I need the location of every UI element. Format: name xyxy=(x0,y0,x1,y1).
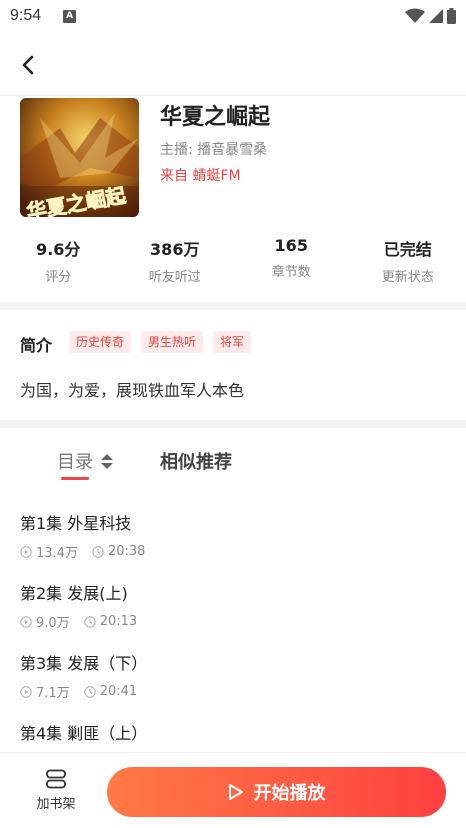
tab-catalog-label: 目录 xyxy=(57,452,93,473)
episode-meta: 9.0万 20:13 xyxy=(20,612,466,631)
episode-meta: 13.4万 20:38 xyxy=(20,542,466,561)
notification-icon: A xyxy=(63,9,77,23)
tab-catalog[interactable]: 目录 xyxy=(57,448,113,474)
section-divider xyxy=(0,302,466,310)
signal-icon xyxy=(429,9,443,23)
chevron-left-icon xyxy=(22,55,34,75)
play-icon xyxy=(228,784,243,800)
play-count: 9.0万 xyxy=(20,612,70,631)
battery-icon xyxy=(447,8,456,24)
stat-label: 评分 xyxy=(45,270,72,285)
wifi-icon xyxy=(405,8,425,23)
stat-label: 听友听过 xyxy=(148,270,201,285)
tab-active-indicator xyxy=(61,477,89,480)
back-button[interactable] xyxy=(12,49,44,81)
book-header: 华夏之崛起 华夏之崛起 主播: 播音暴雪桑 来自 蜻蜓FM xyxy=(0,96,466,220)
nav-bar xyxy=(0,32,466,96)
cover-artwork: 华夏之崛起 xyxy=(20,98,139,217)
stat-value: 9.6分 xyxy=(36,240,81,259)
clock-icon xyxy=(92,545,104,558)
episode-item[interactable]: 第2集 发展(上) 9.0万 20:13 xyxy=(0,568,466,638)
play-count-value: 9.0万 xyxy=(36,616,70,631)
sort-icon[interactable] xyxy=(101,453,113,469)
status-indicators xyxy=(405,8,456,24)
source-link[interactable]: 来自 蜻蜓FM xyxy=(160,165,241,185)
tab-similar[interactable]: 相似推荐 xyxy=(160,448,232,474)
play-circle-icon xyxy=(20,685,32,698)
tag-list: 历史传奇 男生热听 将军 xyxy=(69,331,252,353)
play-circle-icon xyxy=(20,615,32,628)
episode-item[interactable]: 第1集 外星科技 13.4万 20:38 xyxy=(0,498,466,568)
book-title: 华夏之崛起 xyxy=(160,105,271,130)
stats-row: 9.6分 评分 386万 听友听过 165 章节数 已完结 更新状态 xyxy=(0,236,466,288)
episode-title: 第4集 剿匪（上） xyxy=(20,724,148,743)
episode-list: 第1集 外星科技 13.4万 20:38 第2集 发展(上) 9.0万 20:1… xyxy=(0,498,466,752)
book-cover[interactable]: 华夏之崛起 xyxy=(20,98,139,217)
clock-icon xyxy=(83,615,96,628)
episode-title: 第3集 发展（下） xyxy=(20,654,148,673)
bottom-action-bar: 加书架 开始播放 xyxy=(0,752,466,828)
bookshelf-icon xyxy=(46,769,66,789)
play-count: 13.4万 xyxy=(20,542,78,561)
add-to-shelf-label: 加书架 xyxy=(36,797,76,812)
episode-title: 第2集 发展(上) xyxy=(20,584,128,603)
duration: 20:41 xyxy=(83,684,138,699)
tag-general[interactable]: 将军 xyxy=(213,331,252,353)
play-count: 7.1万 xyxy=(20,682,70,701)
episode-item[interactable]: 第3集 发展（下） 7.1万 20:41 xyxy=(0,638,466,708)
stat-value: 165 xyxy=(274,236,308,255)
stat-status: 已完结 更新状态 xyxy=(350,236,466,288)
intro-section: 简介 历史传奇 男生热听 将军 为国，为爱，展现铁血军人本色 xyxy=(0,312,466,420)
play-count-value: 13.4万 xyxy=(36,546,78,561)
tag-history[interactable]: 历史传奇 xyxy=(69,331,132,353)
play-count-value: 7.1万 xyxy=(36,686,70,701)
stat-label: 章节数 xyxy=(271,265,311,280)
stat-listeners: 386万 听友听过 xyxy=(117,236,234,288)
intro-text: 为国，为爱，展现铁血军人本色 xyxy=(20,381,245,400)
stat-rating: 9.6分 评分 xyxy=(0,236,117,288)
stat-value: 386万 xyxy=(150,240,200,259)
episode-meta: 7.1万 20:41 xyxy=(20,682,466,701)
stat-chapters: 165 章节数 xyxy=(233,236,350,288)
duration-value: 20:13 xyxy=(99,614,138,629)
play-circle-icon xyxy=(20,545,32,558)
section-divider xyxy=(0,420,466,428)
clock-icon xyxy=(83,685,96,698)
status-time: 9:54 xyxy=(10,7,42,24)
status-bar: 9:54 A xyxy=(0,0,466,32)
intro-title: 简介 xyxy=(20,336,53,355)
start-play-button[interactable]: 开始播放 xyxy=(107,767,446,817)
tag-male-popular[interactable]: 男生热听 xyxy=(141,331,204,353)
duration: 20:13 xyxy=(83,614,138,629)
duration: 20:38 xyxy=(92,544,145,559)
stat-value: 已完结 xyxy=(383,240,432,259)
episode-title: 第1集 外星科技 xyxy=(20,514,132,533)
anchor-name: 主播: 播音暴雪桑 xyxy=(160,142,268,158)
tabs-row: 目录 相似推荐 xyxy=(0,428,466,488)
add-to-shelf-button[interactable]: 加书架 xyxy=(30,769,82,815)
stat-label: 更新状态 xyxy=(381,270,434,285)
duration-value: 20:41 xyxy=(99,684,138,699)
episode-item[interactable]: 第4集 剿匪（上） xyxy=(0,708,466,752)
duration-value: 20:38 xyxy=(107,544,146,559)
start-play-label: 开始播放 xyxy=(253,783,326,804)
